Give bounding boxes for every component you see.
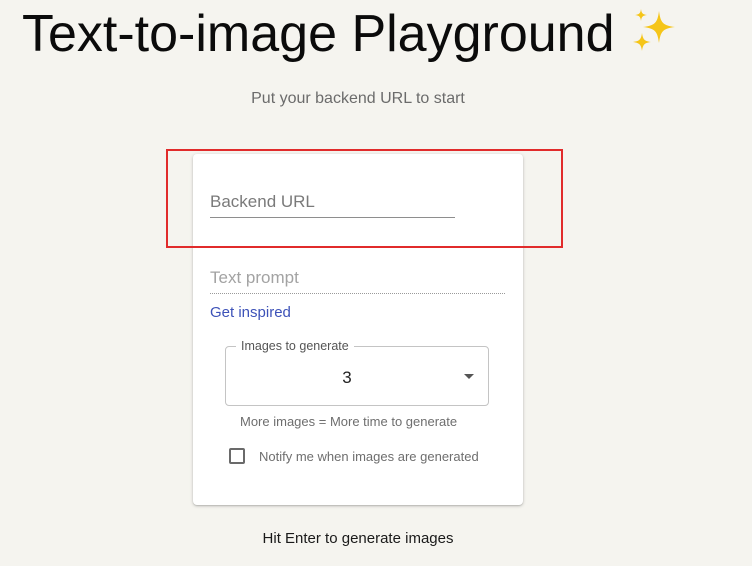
get-inspired-link[interactable]: Get inspired	[210, 304, 291, 321]
backend-url-input[interactable]	[210, 192, 455, 218]
notify-label: Notify me when images are generated	[259, 448, 479, 464]
sparkles-icon	[632, 9, 675, 51]
notify-checkbox[interactable]	[229, 448, 245, 464]
text-prompt-input[interactable]	[210, 268, 505, 294]
backend-url-field	[210, 192, 455, 218]
generation-form-card: Get inspired Images to generate 3 More i…	[193, 154, 523, 505]
page-title: Text-to-image Playground	[22, 2, 681, 66]
text-prompt-field	[210, 268, 505, 294]
images-helper-text: More images = More time to generate	[240, 414, 458, 429]
images-to-generate-select[interactable]: Images to generate 3	[225, 339, 489, 406]
images-to-generate-label: Images to generate	[236, 339, 354, 353]
images-to-generate-value: 3	[342, 368, 352, 387]
notify-option[interactable]: Notify me when images are generated	[229, 446, 479, 466]
dropdown-arrow-icon	[464, 374, 474, 379]
enter-hint: Hit Enter to generate images	[262, 530, 454, 547]
page-subtitle: Put your backend URL to start	[251, 90, 465, 107]
page-title-text: Text-to-image Playground	[22, 5, 615, 63]
